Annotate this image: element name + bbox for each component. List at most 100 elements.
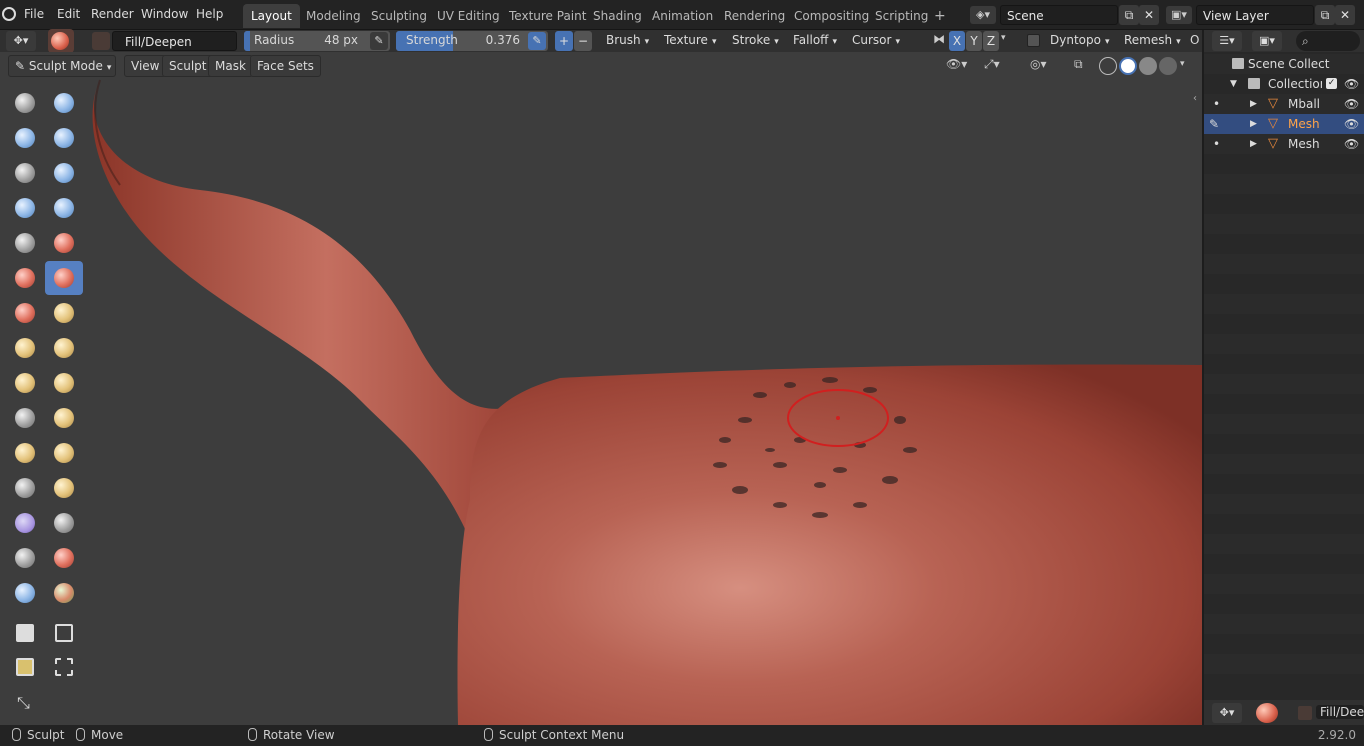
scene-selector-icon[interactable]: ◈▾ [970, 6, 996, 24]
tool-draw[interactable] [6, 86, 44, 120]
visibility-eye-icon[interactable]: 👁 [1344, 114, 1359, 134]
tool-box-mask[interactable] [6, 616, 44, 650]
tool-clay-strips[interactable] [45, 121, 83, 155]
tool-inflate[interactable] [6, 191, 44, 225]
tool-crease[interactable] [6, 226, 44, 260]
tab-modeling[interactable]: Modeling [298, 4, 369, 28]
brush-dropdown[interactable]: Brush ▾ [600, 30, 655, 52]
tool-clay-thumb[interactable] [6, 156, 44, 190]
tool-flatten[interactable] [6, 261, 44, 295]
view-layer-selector-icon[interactable]: ▣▾ [1166, 6, 1192, 24]
remove-scene-icon[interactable]: ✕ [1139, 5, 1159, 25]
editor-type-icon[interactable]: ✥▾ [6, 31, 36, 51]
tool-elastic-deform[interactable] [6, 366, 44, 400]
outliner-row-mesh[interactable]: • ▶ ▽ Mesh 👁 [1204, 134, 1364, 154]
tool-cloth[interactable] [6, 506, 44, 540]
tab-layout[interactable]: Layout [243, 4, 300, 28]
tool-transform[interactable]: ⤡ [6, 686, 44, 720]
symmetry-y-toggle[interactable]: Y [966, 31, 982, 51]
strength-slider[interactable]: Strength 0.376 ✎ [396, 31, 548, 51]
visibility-eye-icon[interactable]: 👁 [1344, 94, 1359, 114]
tool-boundary[interactable] [45, 471, 83, 505]
tool-thumb[interactable] [6, 401, 44, 435]
sidebar-toggle-icon[interactable]: ‹ [1193, 93, 1197, 104]
tool-blob[interactable] [45, 191, 83, 225]
brush-name-field[interactable]: Fill/Deepen [112, 31, 237, 51]
properties-brush-preview-icon[interactable] [1256, 703, 1278, 723]
tool-box-trim[interactable] [45, 650, 83, 684]
rendered-shading-icon[interactable] [1159, 57, 1177, 75]
new-view-layer-icon[interactable]: ⧉ [1315, 5, 1335, 25]
tool-multires-displacement-eraser[interactable] [6, 576, 44, 610]
wireframe-shading-icon[interactable] [1099, 57, 1117, 75]
scene-name-field[interactable]: Scene [1000, 5, 1118, 25]
gizmo-toggle-icon[interactable]: ⤢▾ [984, 57, 1000, 72]
remove-view-layer-icon[interactable]: ✕ [1335, 5, 1355, 25]
3d-viewport[interactable]: ✎ Sculpt Mode ▾ View Sculpt Mask Face Set… [0, 52, 1202, 725]
tool-snake-hook[interactable] [45, 366, 83, 400]
menu-face-sets[interactable]: Face Sets [250, 55, 321, 77]
xray-toggle-icon[interactable]: ⧉ [1074, 57, 1083, 72]
tool-smooth[interactable] [45, 226, 83, 260]
brush-datablock-icon[interactable] [92, 32, 110, 50]
tool-scrape[interactable] [6, 296, 44, 330]
tool-box-hide[interactable] [45, 616, 83, 650]
disclosure-triangle-icon[interactable]: ▶ [1250, 114, 1257, 134]
tool-rotate[interactable] [45, 436, 83, 470]
tab-compositing[interactable]: Compositing [786, 4, 877, 28]
visibility-eye-icon[interactable]: 👁 [1344, 74, 1359, 94]
strength-pressure-icon[interactable]: ✎ [528, 32, 546, 50]
add-workspace-button[interactable]: + [926, 4, 954, 28]
dyntopo-checkbox[interactable] [1027, 34, 1040, 47]
properties-editor-type-icon[interactable]: ✥▾ [1212, 703, 1242, 723]
properties-brush-datablock-icon[interactable] [1298, 706, 1312, 720]
solid-shading-icon[interactable] [1119, 57, 1137, 75]
options-overflow-label[interactable]: O [1190, 33, 1199, 47]
brush-preview-icon[interactable] [48, 29, 74, 53]
outliner-row-mesh-active[interactable]: ✎ ▶ ▽ Mesh 👁 [1204, 114, 1364, 134]
menu-window[interactable]: Window [141, 7, 188, 21]
visibility-dropdown-icon[interactable]: 👁▾ [946, 57, 967, 71]
tool-clay[interactable] [6, 121, 44, 155]
tab-rendering[interactable]: Rendering [716, 4, 793, 28]
symmetry-x-toggle[interactable]: X [949, 31, 965, 51]
menu-help[interactable]: Help [196, 7, 223, 21]
menu-render[interactable]: Render [91, 7, 134, 21]
menu-file[interactable]: File [24, 7, 44, 21]
collection-include-checkbox[interactable]: ✓ [1326, 78, 1337, 89]
tab-animation[interactable]: Animation [644, 4, 721, 28]
visibility-eye-icon[interactable]: 👁 [1344, 134, 1359, 154]
remesh-dropdown[interactable]: Remesh ▾ [1118, 30, 1187, 52]
tool-multires-displacement-smear[interactable] [45, 576, 83, 610]
cursor-dropdown[interactable]: Cursor ▾ [846, 30, 906, 52]
overlays-toggle-icon[interactable]: ◎▾ [1030, 57, 1047, 71]
tool-draw-face-sets[interactable] [45, 541, 83, 575]
stroke-dropdown[interactable]: Stroke ▾ [726, 30, 785, 52]
tool-draw-sharp[interactable] [45, 86, 83, 120]
material-shading-icon[interactable] [1139, 57, 1157, 75]
outliner-row-collection[interactable]: ▼ Collection ✓ 👁 [1204, 74, 1364, 94]
mode-dropdown[interactable]: ✎ Sculpt Mode ▾ [8, 55, 116, 77]
sculpt-mesh[interactable] [0, 52, 1202, 725]
tool-grab[interactable] [45, 331, 83, 365]
direction-subtract-button[interactable]: − [574, 31, 592, 51]
tool-box-face-set[interactable] [6, 650, 44, 684]
display-mode-icon[interactable]: ▣▾ [1252, 31, 1282, 51]
tab-sculpting[interactable]: Sculpting [363, 4, 435, 28]
tab-uv-editing[interactable]: UV Editing [429, 4, 508, 28]
new-scene-icon[interactable]: ⧉ [1119, 5, 1139, 25]
tool-slide-relax[interactable] [6, 471, 44, 505]
tool-mask[interactable] [6, 541, 44, 575]
shading-chevron-down-icon[interactable]: ▾ [1180, 59, 1185, 69]
disclosure-triangle-icon[interactable]: ▼ [1230, 74, 1237, 94]
symmetry-chevron-down-icon[interactable]: ▾ [1001, 33, 1006, 43]
outliner-editor-type-icon[interactable]: ☰▾ [1212, 31, 1242, 51]
disclosure-triangle-icon[interactable]: ▶ [1250, 134, 1257, 154]
dyntopo-dropdown[interactable]: Dyntopo ▾ [1044, 30, 1115, 52]
outliner-search-icon[interactable]: ⌕ [1296, 31, 1360, 51]
tab-texture-paint[interactable]: Texture Paint [501, 4, 594, 28]
tab-shading[interactable]: Shading [585, 4, 650, 28]
outliner-row-scene-collection[interactable]: Scene Collect [1204, 54, 1364, 74]
view-layer-name-field[interactable]: View Layer [1196, 5, 1314, 25]
tool-multiplane-scrape[interactable] [45, 296, 83, 330]
